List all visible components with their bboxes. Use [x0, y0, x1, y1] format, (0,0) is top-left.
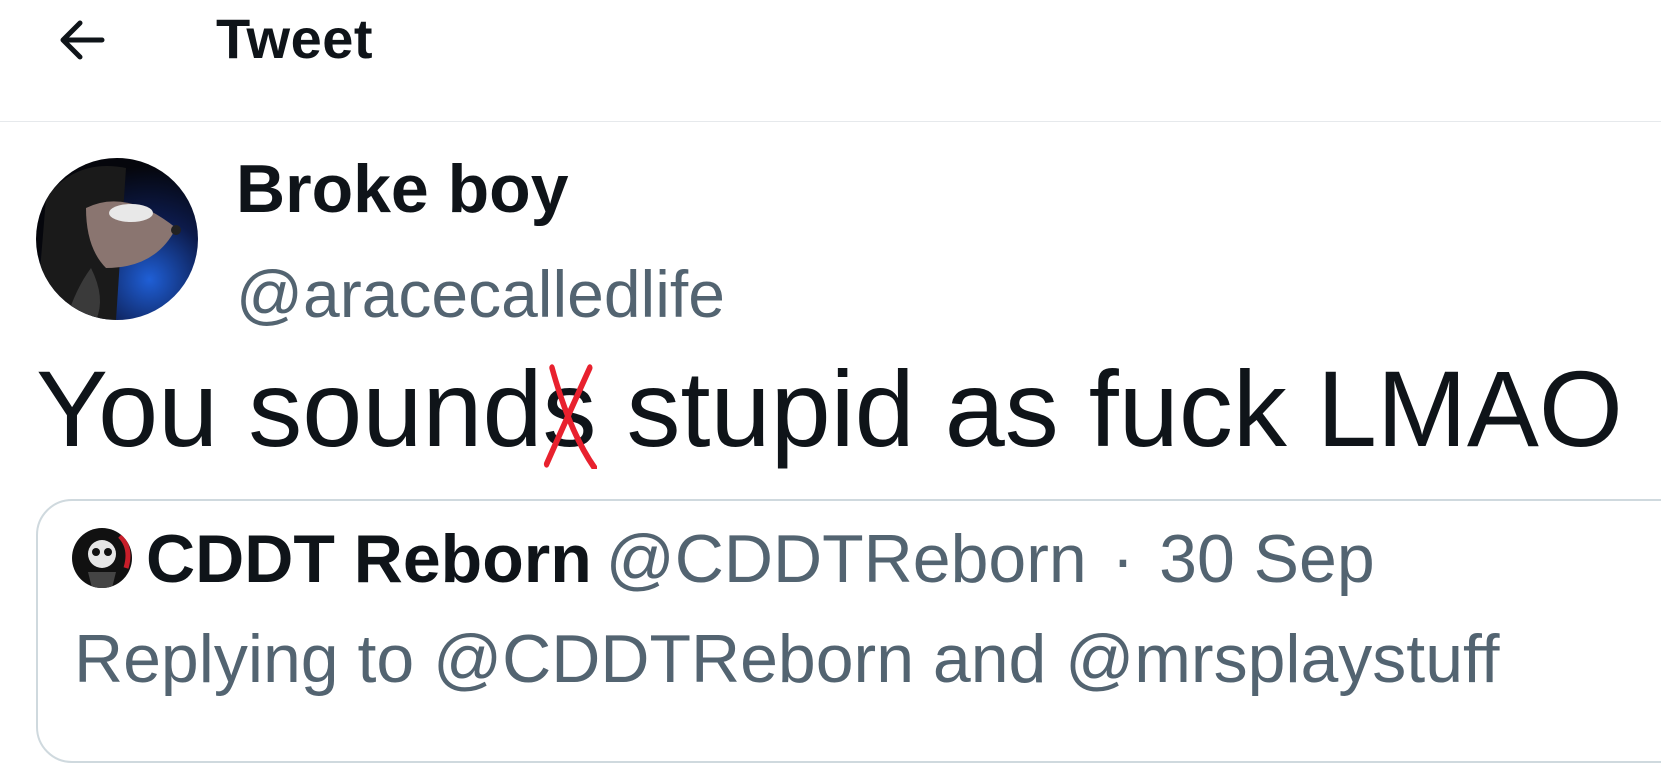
author-handle[interactable]: @aracecalledlife: [236, 256, 725, 332]
tweet-text: You sounds stupid as fuck LMAO: [36, 348, 1623, 469]
page-title: Tweet: [216, 7, 374, 70]
dot-separator: ·: [1111, 521, 1135, 597]
quoted-author-handle[interactable]: @CDDTReborn: [606, 521, 1087, 597]
quoted-date[interactable]: 30 Sep: [1159, 521, 1375, 597]
tweet-text-part2: stupid as fuck LMAO: [596, 348, 1623, 469]
tweet-text-part1: You sound: [36, 348, 543, 469]
author-name[interactable]: Broke boy: [236, 150, 569, 228]
quoted-header: CDDT Reborn @CDDTReborn · 30 Sep: [146, 520, 1375, 598]
quoted-author-name[interactable]: CDDT Reborn: [146, 521, 592, 597]
struck-letter-wrap: s: [543, 349, 597, 469]
back-arrow-icon[interactable]: [56, 14, 108, 66]
red-x-strike-icon: [543, 364, 597, 469]
top-bar: Tweet: [0, 0, 1661, 122]
replying-to-text: Replying to @CDDTReborn and @mrsplaystuf…: [74, 621, 1500, 697]
quoted-author-avatar[interactable]: [72, 528, 132, 588]
author-avatar[interactable]: [36, 158, 198, 320]
